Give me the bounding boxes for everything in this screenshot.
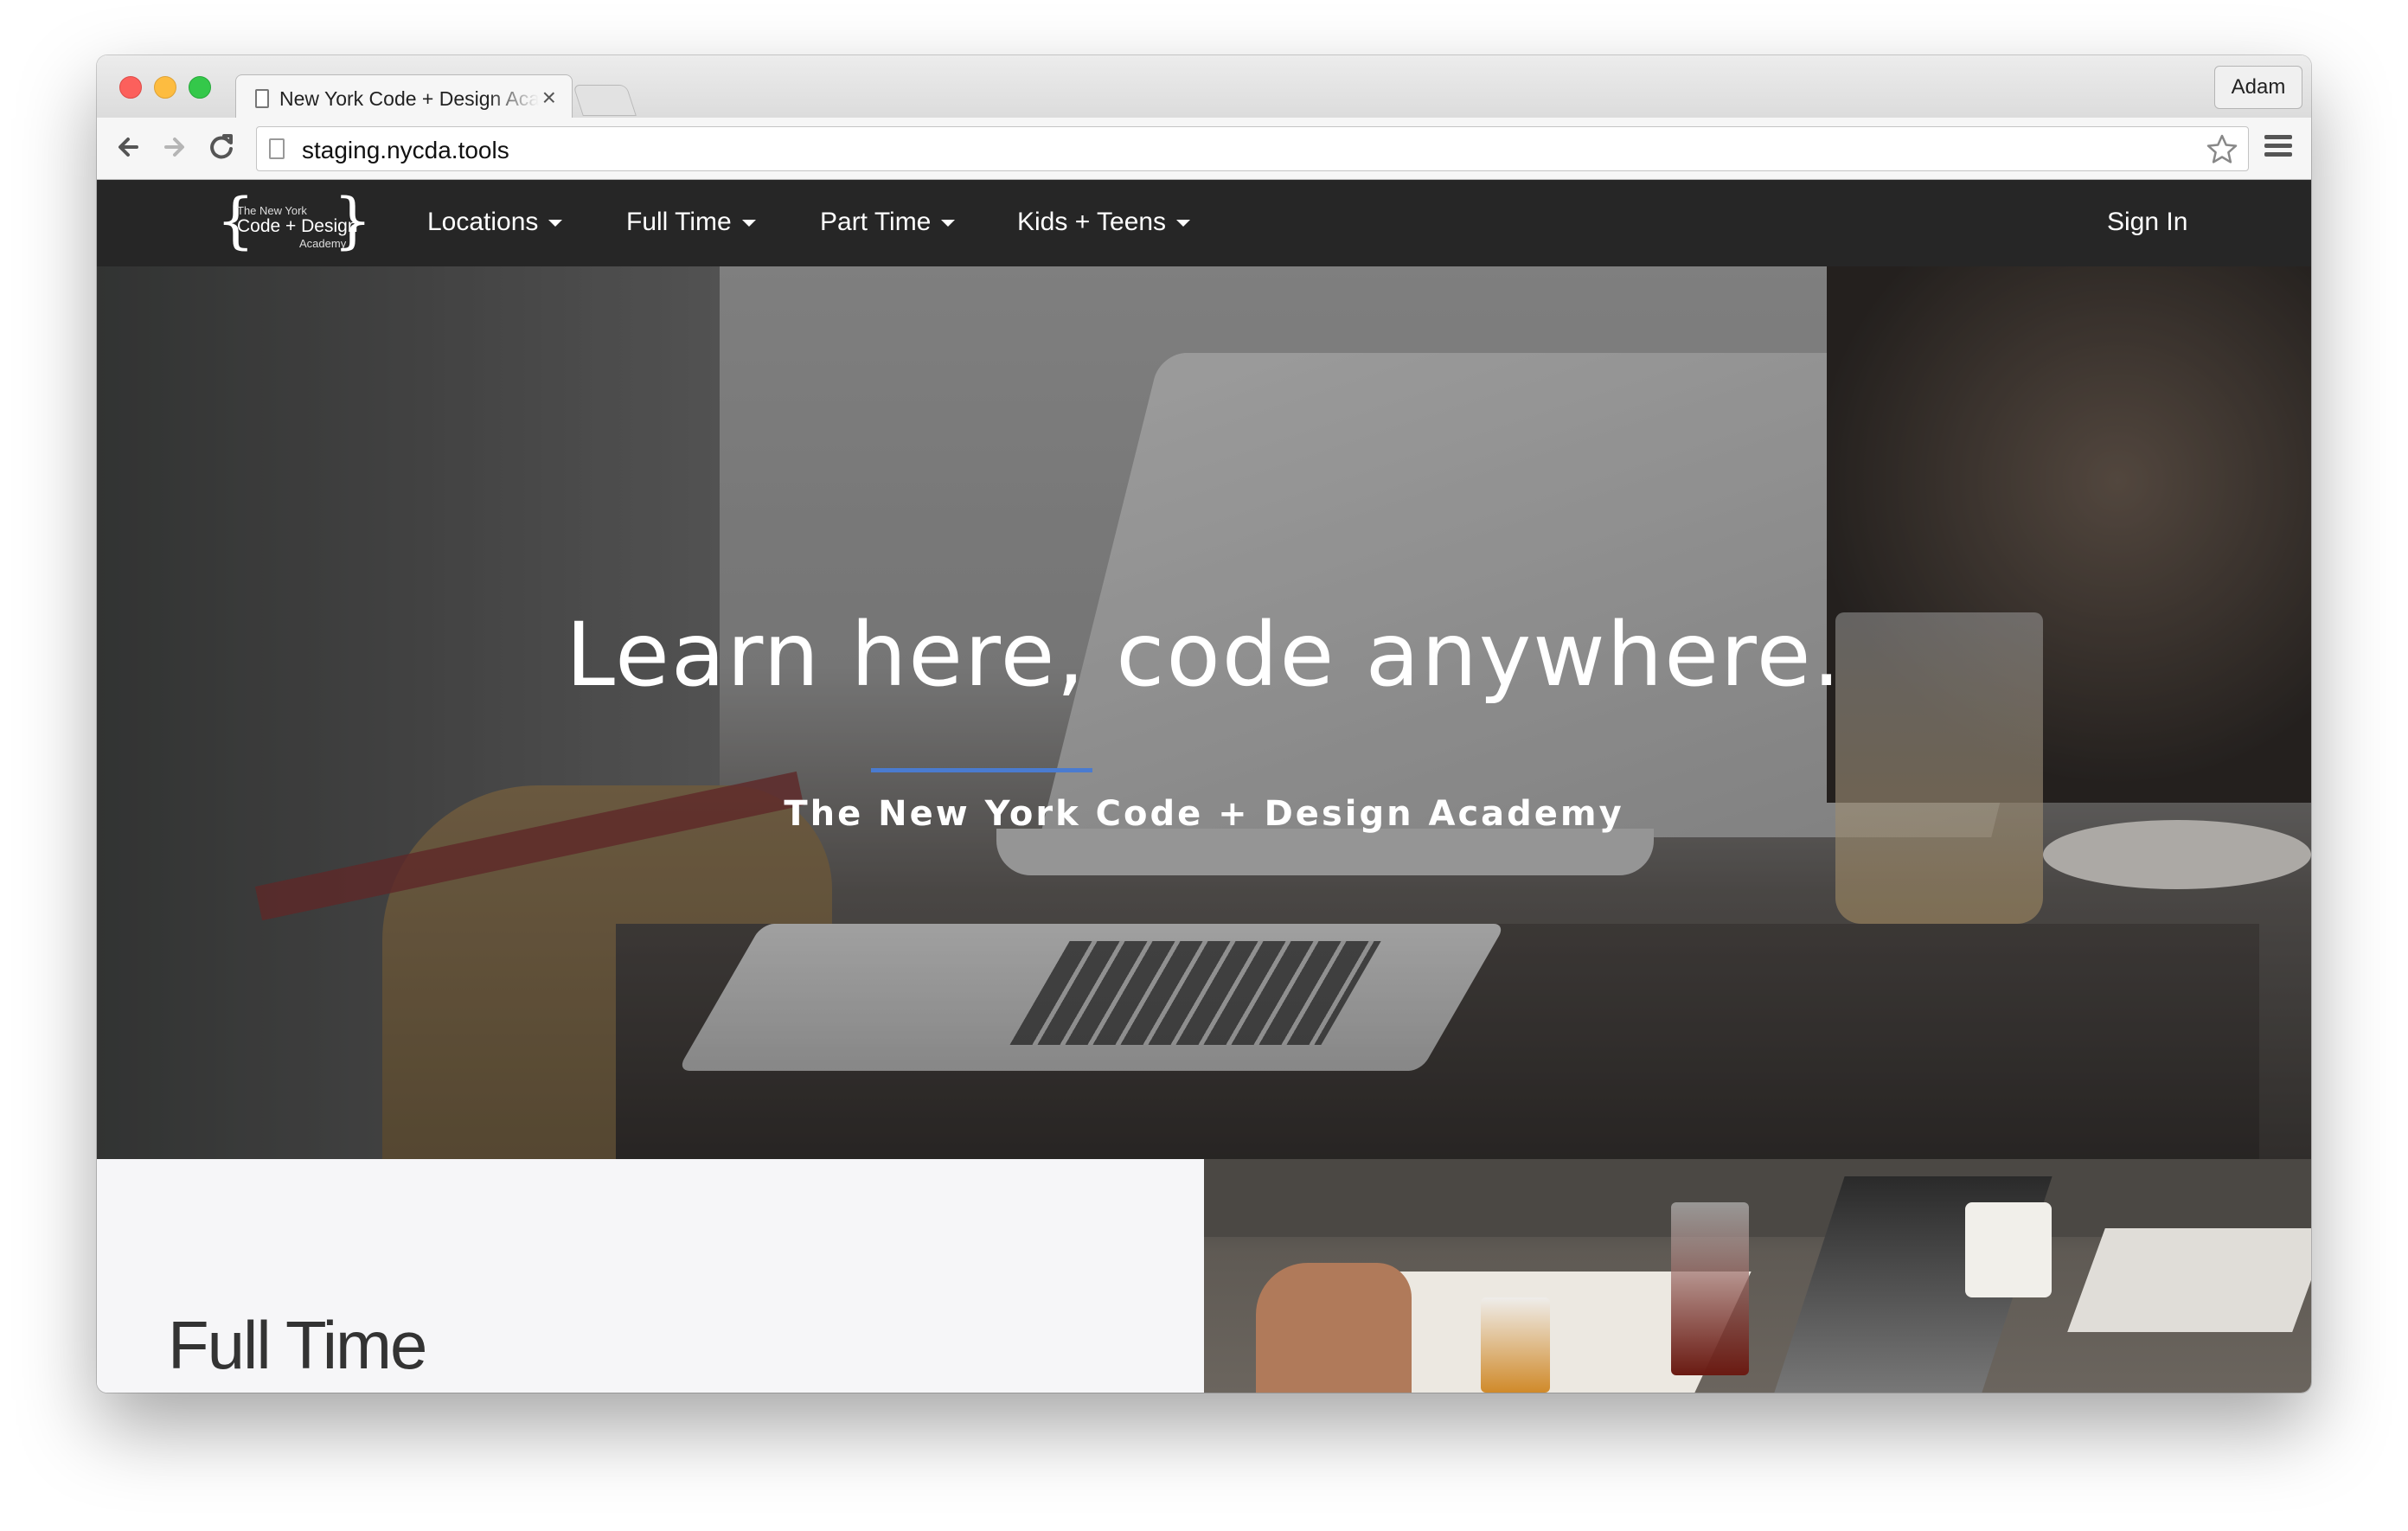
photo-jar [1481, 1297, 1550, 1393]
page-icon [269, 138, 285, 159]
photo-bg-top [1204, 1159, 2311, 1237]
photo-hand [1256, 1263, 1412, 1393]
chevron-down-icon [941, 220, 956, 227]
bookmark-star-icon[interactable] [2203, 131, 2241, 169]
zoom-window-button[interactable] [189, 76, 211, 99]
browser-titlebar: New York Code + Design Academy × Adam [97, 55, 2311, 119]
close-tab-icon[interactable]: × [542, 84, 556, 112]
chevron-down-icon [741, 220, 756, 227]
site-navbar: { The New York Code + Design Academy } L… [97, 180, 2311, 266]
logo[interactable]: { The New York Code + Design Academy } [216, 190, 372, 256]
address-bar[interactable]: staging.nycda.tools [256, 126, 2249, 171]
full-time-photo [1204, 1159, 2311, 1393]
nav-kids-teens[interactable]: Kids + Teens [1017, 208, 1191, 237]
browser-toolbar: staging.nycda.tools [97, 118, 2311, 180]
new-tab-button[interactable] [573, 85, 637, 116]
nav-locations[interactable]: Locations [427, 208, 563, 237]
browser-window: New York Code + Design Academy × Adam st… [97, 55, 2311, 1393]
sign-in-link[interactable]: Sign In [2107, 208, 2187, 237]
tab-title: New York Code + Design Academy [279, 87, 539, 110]
nav-kids-teens-label: Kids + Teens [1017, 208, 1167, 236]
hero-overlay [97, 266, 2311, 1159]
nav-locations-label: Locations [427, 208, 539, 236]
hamburger-menu-icon[interactable] [2261, 131, 2296, 166]
hero-title-underline [871, 768, 1092, 772]
nav-full-time[interactable]: Full Time [626, 208, 756, 237]
photo-glass [1671, 1202, 1749, 1375]
back-arrow-icon[interactable] [109, 128, 147, 166]
page-icon [255, 89, 269, 108]
photo-mug [1965, 1202, 2052, 1297]
nav-part-time[interactable]: Part Time [820, 208, 956, 237]
logo-line-small: The New York [237, 204, 307, 217]
browser-tab[interactable]: New York Code + Design Academy × [235, 74, 573, 119]
chevron-down-icon [548, 220, 563, 227]
reload-icon[interactable] [202, 128, 240, 166]
url-text[interactable]: staging.nycda.tools [302, 137, 509, 164]
forward-arrow-icon[interactable] [156, 128, 194, 166]
logo-brace-right: } [333, 185, 372, 256]
hero-section: Learn here, code anywhere. The New York … [97, 266, 2311, 1159]
photo-papers [2067, 1228, 2311, 1332]
chevron-down-icon [1176, 220, 1191, 227]
full-time-panel: Full Time [97, 1159, 1204, 1393]
minimize-window-button[interactable] [154, 76, 176, 99]
close-window-button[interactable] [119, 76, 142, 99]
profile-button[interactable]: Adam [2214, 66, 2302, 109]
hero-title: Learn here, code anywhere. [566, 604, 1842, 707]
nav-full-time-label: Full Time [626, 208, 732, 236]
hero-subtitle: The New York Code + Design Academy [784, 794, 1624, 834]
nav-part-time-label: Part Time [820, 208, 932, 236]
section-title: Full Time [168, 1307, 427, 1383]
